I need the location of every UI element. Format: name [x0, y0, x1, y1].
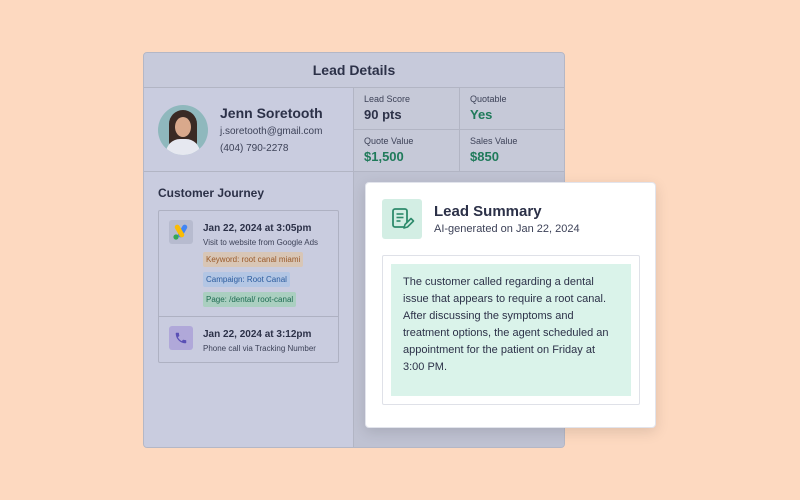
journey-list: Jan 22, 2024 at 3:05pm Visit to website … — [158, 210, 339, 363]
page-tag: Page: /dental/ root-canal — [203, 292, 297, 307]
stat-sales-value: Sales Value $850 — [459, 129, 564, 171]
stat-label: Lead Score — [364, 94, 411, 104]
lead-overview: Jenn Soretooth j.soretooth@gmail.com (40… — [144, 88, 564, 172]
contact-email[interactable]: j.soretooth@gmail.com — [220, 126, 323, 137]
summary-text: The customer called regarding a dental i… — [391, 264, 631, 396]
document-edit-icon — [382, 199, 422, 239]
journey-event[interactable]: Jan 22, 2024 at 3:05pm Visit to website … — [159, 211, 338, 316]
contact-name: Jenn Soretooth — [220, 105, 323, 121]
keyword-tag: Keyword: root canal miami — [203, 252, 304, 267]
contact-info: Jenn Soretooth j.soretooth@gmail.com (40… — [220, 105, 323, 154]
stat-label: Quotable — [470, 94, 507, 104]
stat-label: Sales Value — [470, 135, 518, 146]
contact-card: Jenn Soretooth j.soretooth@gmail.com (40… — [144, 88, 354, 171]
stat-quote-value: Quote Value $1,500 — [354, 130, 459, 172]
customer-journey: Customer Journey Jan 22, 2024 at 3:05pm … — [144, 172, 354, 447]
journey-title: Customer Journey — [158, 186, 265, 200]
lead-stats: Lead Score 90 pts Quotable Yes Quote Val… — [354, 88, 564, 171]
event-description: Phone call via Tracking Number — [203, 344, 316, 353]
summary-box: The customer called regarding a dental i… — [382, 255, 640, 405]
campaign-tag: Campaign: Root Canal — [203, 272, 290, 287]
stat-value: Yes — [470, 107, 493, 122]
summary-title: Lead Summary — [434, 203, 542, 220]
stat-value: 90 pts — [364, 107, 402, 122]
avatar — [158, 104, 208, 155]
stat-value: $1,500 — [364, 148, 404, 164]
event-time: Jan 22, 2024 at 3:05pm — [203, 223, 312, 234]
event-time: Jan 22, 2024 at 3:12pm — [203, 329, 312, 340]
stat-quotable: Quotable Yes — [459, 88, 564, 130]
google-ads-icon — [169, 220, 193, 244]
event-description: Visit to website from Google Ads — [203, 238, 319, 247]
phone-icon — [169, 326, 193, 350]
summary-subtitle: AI-generated on Jan 22, 2024 — [434, 223, 580, 235]
stat-label: Quote Value — [364, 135, 414, 146]
lead-summary-card: Lead Summary AI-generated on Jan 22, 202… — [365, 182, 656, 428]
stat-value: $850 — [470, 148, 499, 164]
panel-title: Lead Details — [144, 53, 564, 88]
contact-phone[interactable]: (404) 790-2278 — [220, 143, 323, 154]
journey-event[interactable]: Jan 22, 2024 at 3:12pm Phone call via Tr… — [159, 316, 338, 362]
stat-lead-score: Lead Score 90 pts — [354, 88, 459, 130]
